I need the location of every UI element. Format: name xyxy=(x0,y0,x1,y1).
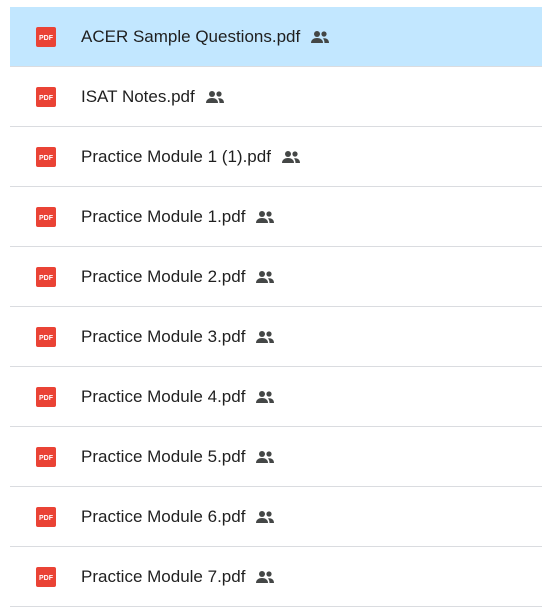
pdf-icon: PDF xyxy=(36,146,56,167)
pdf-icon: PDF xyxy=(36,26,56,47)
svg-text:PDF: PDF xyxy=(39,155,54,162)
shared-people-icon xyxy=(256,390,275,403)
file-name-wrap: Practice Module 4.pdf xyxy=(81,387,275,407)
file-name-wrap: Practice Module 5.pdf xyxy=(81,447,275,467)
pdf-icon: PDF xyxy=(36,566,56,587)
svg-text:PDF: PDF xyxy=(39,515,54,522)
svg-text:PDF: PDF xyxy=(39,35,54,42)
shared-people-icon xyxy=(311,30,330,43)
file-name: Practice Module 1.pdf xyxy=(81,206,246,226)
pdf-icon: PDF xyxy=(36,266,56,287)
file-name-wrap: Practice Module 3.pdf xyxy=(81,327,275,347)
file-row[interactable]: PDF Practice Module 6.pdf xyxy=(10,487,542,547)
file-name: ISAT Notes.pdf xyxy=(81,86,195,106)
shared-people-icon xyxy=(205,90,224,103)
file-row[interactable]: PDF ACER Sample Questions.pdf xyxy=(10,7,542,67)
pdf-icon: PDF xyxy=(36,206,56,227)
file-row[interactable]: PDF ISAT Notes.pdf xyxy=(10,67,542,127)
shared-people-icon xyxy=(256,450,275,463)
file-list: PDF ACER Sample Questions.pdf PDF ISAT N… xyxy=(10,7,542,607)
svg-text:PDF: PDF xyxy=(39,455,54,462)
file-name-wrap: Practice Module 7.pdf xyxy=(81,567,275,587)
file-row[interactable]: PDF Practice Module 2.pdf xyxy=(10,247,542,307)
file-row[interactable]: PDF Practice Module 1 (1).pdf xyxy=(10,127,542,187)
file-name-wrap: Practice Module 1.pdf xyxy=(81,207,275,227)
file-name-wrap: Practice Module 2.pdf xyxy=(81,267,275,287)
pdf-icon: PDF xyxy=(36,386,56,407)
shared-people-icon xyxy=(281,150,300,163)
file-name-wrap: Practice Module 1 (1).pdf xyxy=(81,147,301,167)
svg-text:PDF: PDF xyxy=(39,335,54,342)
shared-people-icon xyxy=(256,330,275,343)
file-name-wrap: Practice Module 6.pdf xyxy=(81,507,275,527)
file-name: Practice Module 4.pdf xyxy=(81,386,246,406)
pdf-icon: PDF xyxy=(36,506,56,527)
file-row[interactable]: PDF Practice Module 4.pdf xyxy=(10,367,542,427)
pdf-icon: PDF xyxy=(36,446,56,467)
pdf-icon: PDF xyxy=(36,326,56,347)
file-row[interactable]: PDF Practice Module 1.pdf xyxy=(10,187,542,247)
file-name: Practice Module 7.pdf xyxy=(81,566,246,586)
file-name: Practice Module 5.pdf xyxy=(81,446,246,466)
svg-text:PDF: PDF xyxy=(39,395,54,402)
shared-people-icon xyxy=(256,570,275,583)
file-name: Practice Module 1 (1).pdf xyxy=(81,146,271,166)
pdf-icon: PDF xyxy=(36,86,56,107)
shared-people-icon xyxy=(256,510,275,523)
file-row[interactable]: PDF Practice Module 7.pdf xyxy=(10,547,542,607)
file-row[interactable]: PDF Practice Module 5.pdf xyxy=(10,427,542,487)
file-name-wrap: ISAT Notes.pdf xyxy=(81,87,225,107)
shared-people-icon xyxy=(256,210,275,223)
file-name: Practice Module 3.pdf xyxy=(81,326,246,346)
svg-text:PDF: PDF xyxy=(39,95,54,102)
svg-text:PDF: PDF xyxy=(39,575,54,582)
file-name: Practice Module 2.pdf xyxy=(81,266,246,286)
svg-text:PDF: PDF xyxy=(39,215,54,222)
svg-text:PDF: PDF xyxy=(39,275,54,282)
file-name-wrap: ACER Sample Questions.pdf xyxy=(81,27,330,47)
file-name: ACER Sample Questions.pdf xyxy=(81,26,301,46)
file-row[interactable]: PDF Practice Module 3.pdf xyxy=(10,307,542,367)
file-name: Practice Module 6.pdf xyxy=(81,506,246,526)
shared-people-icon xyxy=(256,270,275,283)
